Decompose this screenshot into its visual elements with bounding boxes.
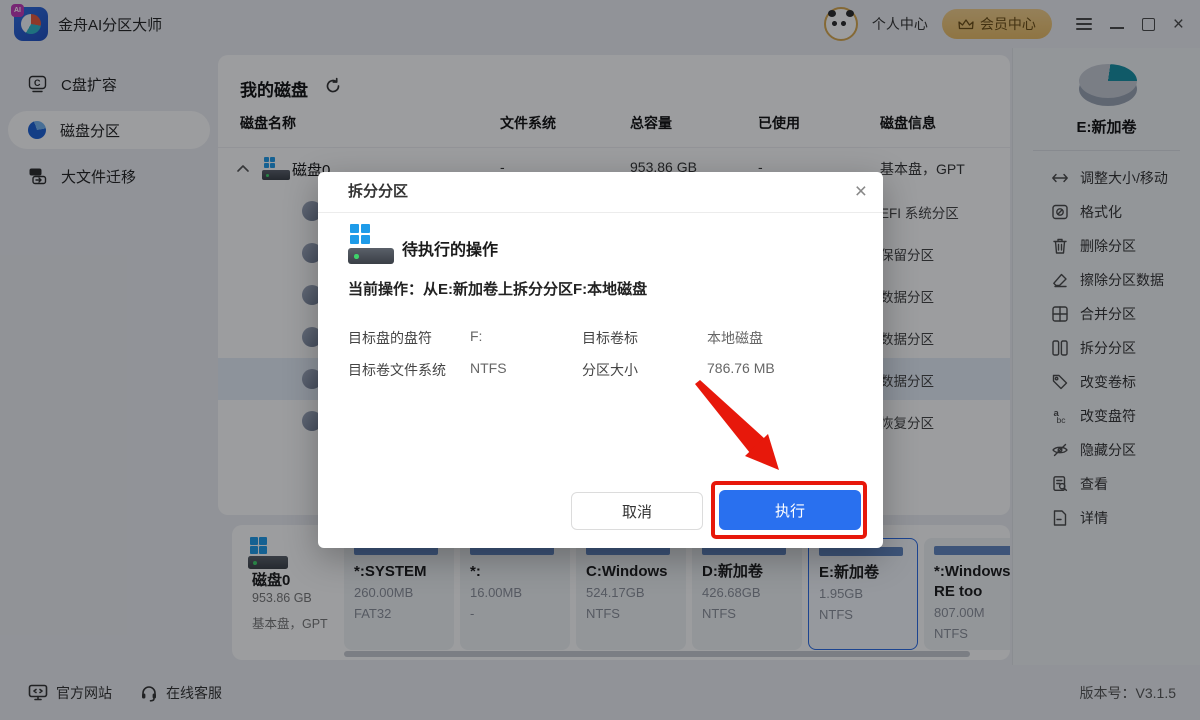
field-value: 786.76 MB xyxy=(707,360,775,376)
field-value: F: xyxy=(470,328,482,344)
field-label: 目标卷标 xyxy=(582,328,638,348)
dialog-header: 拆分分区 × xyxy=(318,172,883,213)
split-partition-dialog: 拆分分区 × 待执行的操作 当前操作：从E:新加卷上拆分分区F:本地磁盘 目标盘… xyxy=(318,172,883,548)
pending-operations-title: 待执行的操作 xyxy=(402,236,498,260)
field-label: 分区大小 xyxy=(582,360,638,380)
cancel-button[interactable]: 取消 xyxy=(571,492,703,530)
current-operation-text: 当前操作：从E:新加卷上拆分分区F:本地磁盘 xyxy=(348,278,647,299)
disk-icon xyxy=(348,224,394,264)
app-window: AI 金舟AI分区大师 个人中心 会员中心 × C xyxy=(0,0,1200,720)
dialog-close-icon[interactable]: × xyxy=(855,179,867,204)
dialog-title: 拆分分区 xyxy=(348,172,408,212)
field-label: 目标卷文件系统 xyxy=(348,360,446,380)
field-label: 目标盘的盘符 xyxy=(348,328,432,348)
execute-button[interactable]: 执行 xyxy=(719,490,861,530)
field-value: 本地磁盘 xyxy=(707,328,763,348)
field-value: NTFS xyxy=(470,360,507,376)
